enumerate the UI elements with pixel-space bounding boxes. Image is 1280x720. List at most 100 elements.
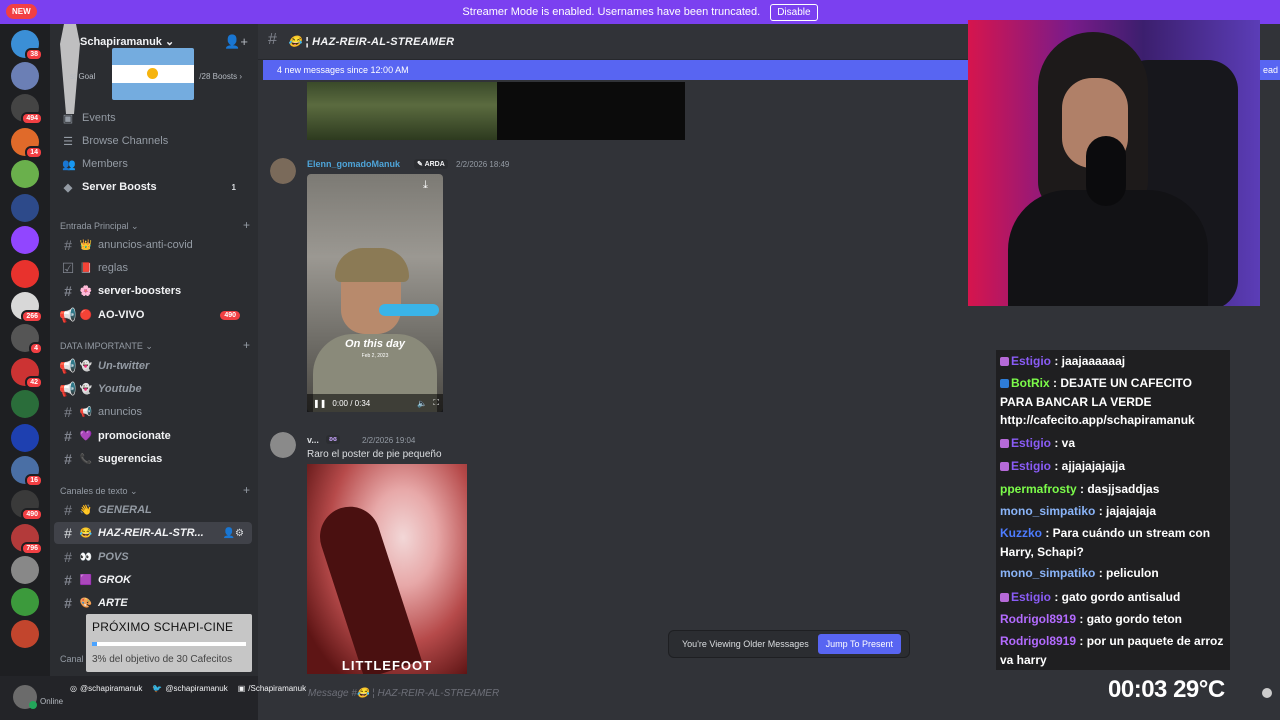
server-rail: 38 494 14 266 4 42 16 490 796 (0, 24, 50, 720)
video-caption: On this day (345, 338, 405, 350)
hash-icon: # (64, 451, 72, 467)
message-input[interactable]: Message #😂 ¦ HAZ-REIR-AL-STREAMER (264, 682, 964, 706)
user-panel (0, 676, 258, 720)
channel-un-twitter[interactable]: 📢 👻 Un-twitter (54, 355, 252, 377)
server-icon[interactable] (11, 424, 39, 452)
server-icon[interactable]: 4 (11, 324, 43, 355)
invite-people-icon[interactable]: 👤+ (224, 34, 248, 50)
add-channel-icon[interactable]: + (243, 483, 250, 497)
channel-povs[interactable]: # 👀 POVS (54, 546, 252, 568)
weather-icon (1262, 688, 1272, 698)
server-icon[interactable]: 42 (11, 358, 43, 389)
server-icon[interactable]: 14 (11, 128, 43, 159)
stream-clock: 00:03 29°C (1108, 676, 1225, 703)
channel-sugerencias[interactable]: # 📞 sugerencias (54, 448, 252, 470)
channel-grok[interactable]: # 🟪 GROK (54, 569, 252, 591)
channel-server-boosters[interactable]: # 🌸 server-boosters (54, 280, 252, 302)
chat-badge-icon (1000, 462, 1009, 471)
announcement-icon: 📢 (59, 357, 77, 374)
announcement-icon: 📢 (59, 306, 77, 323)
volume-icon[interactable]: 🔈 (417, 399, 427, 408)
server-icon[interactable] (11, 62, 39, 90)
hash-icon: # (64, 428, 72, 444)
chat-username[interactable]: Kuzzko (1000, 526, 1042, 540)
chat-username[interactable]: mono_simpatiko (1000, 504, 1095, 518)
channel-haz-reir-al-streamer[interactable]: # 😂 HAZ-REIR-AL-STR... 👤⚙ (54, 522, 252, 544)
chat-badge-icon (1000, 593, 1009, 602)
image-attachment[interactable] (307, 82, 497, 140)
server-icon[interactable] (11, 556, 39, 584)
server-icon[interactable] (11, 160, 39, 188)
image-attachment[interactable] (497, 82, 685, 140)
channel-settings-icon[interactable]: 👤⚙ (223, 528, 244, 539)
chat-username[interactable]: mono_simpatiko (1000, 566, 1095, 580)
argentina-flag-overlay (112, 48, 194, 100)
server-icon[interactable]: 494 (11, 94, 43, 125)
avatar[interactable] (270, 158, 296, 184)
fullscreen-icon[interactable]: ⛶ (433, 398, 439, 408)
server-icon[interactable] (11, 620, 39, 648)
message-author[interactable]: v... (307, 435, 319, 445)
chat-username[interactable]: BotRix (1011, 376, 1050, 390)
chat-username[interactable]: Estigio (1011, 459, 1051, 473)
channel-anuncios-anti-covid[interactable]: # 👑 anuncios-anti-covid (54, 234, 252, 256)
channel-youtube[interactable]: 📢 👻 Youtube (54, 378, 252, 400)
chat-username[interactable]: Estigio (1011, 590, 1051, 604)
twitch-chat-message: Estigio : jaajaaaaaaj (1000, 352, 1226, 371)
message-text: Raro el poster de pie pequeño (307, 449, 442, 460)
poster-image-attachment[interactable]: LITTLEFOOT (307, 464, 467, 674)
chat-username[interactable]: Estigio (1011, 354, 1051, 368)
goal-subtitle: 3% del objetivo de 30 Cafecitos (92, 654, 233, 665)
twitch-chat-message: ppermafrosty : dasjjsaddjas (1000, 480, 1226, 499)
chat-badge-icon (1000, 379, 1009, 388)
channel-reglas[interactable]: ☑ 📕 reglas (54, 257, 252, 279)
category-data-importante[interactable]: DATA IMPORTANTE ⌄ + (60, 338, 250, 352)
nav-members[interactable]: 👥 Members (62, 154, 248, 174)
channel-ao-vivo[interactable]: 📢 🔴 AO-VIVO 490 (54, 304, 252, 326)
server-icon[interactable]: 16 (11, 456, 43, 487)
add-channel-icon[interactable]: + (243, 338, 250, 352)
hash-icon: # (64, 572, 72, 588)
server-icon[interactable]: 266 (11, 292, 43, 323)
chat-username[interactable]: Estigio (1011, 436, 1051, 450)
hash-icon: # (64, 404, 72, 420)
nav-events[interactable]: ▣ Events (62, 108, 248, 128)
video-attachment[interactable]: On this day Feb 2, 2023 (307, 174, 443, 412)
disable-streamer-mode-button[interactable]: Disable (770, 3, 818, 21)
avatar[interactable] (270, 432, 296, 458)
server-icon[interactable]: 796 (11, 524, 43, 555)
chat-username[interactable]: Rodrigol8919 (1000, 612, 1076, 626)
download-icon[interactable]: ⤓ (423, 179, 428, 192)
channel-general[interactable]: # 👋 GENERAL (54, 499, 252, 521)
twitch-chat-message: BotRix : DEJATE UN CAFECITO PARA BANCAR … (1000, 374, 1226, 430)
channel-promocionate[interactable]: # 💜 promocionate (54, 425, 252, 447)
nav-server-boosts[interactable]: ◆ Server Boosts 1 (62, 177, 248, 197)
category-canales-de-texto[interactable]: Canales de texto ⌄ + (60, 483, 250, 497)
jump-to-present-button[interactable]: Jump To Present (817, 634, 901, 654)
pause-icon[interactable]: ❚❚ (313, 399, 326, 408)
server-icon[interactable]: 38 (11, 30, 43, 61)
hash-icon: # (268, 31, 277, 48)
channel-anuncios[interactable]: # 📢 anuncios (54, 401, 252, 423)
rules-icon: ☑ (61, 259, 75, 276)
hash-icon: # (64, 595, 72, 611)
nav-browse-channels[interactable]: ☰ Browse Channels (62, 131, 248, 151)
category-entrada[interactable]: Entrada Principal ⌄ + (60, 218, 250, 232)
add-channel-icon[interactable]: + (243, 218, 250, 232)
chat-username[interactable]: Rodrigol8919 (1000, 634, 1076, 648)
twitch-server-icon[interactable] (11, 226, 39, 254)
mark-as-read-button[interactable]: ead (1263, 65, 1278, 75)
poster-title: LITTLEFOOT (341, 658, 433, 673)
boost-icon: ◆ (63, 181, 73, 194)
server-icon[interactable] (11, 194, 39, 222)
channel-arte[interactable]: # 🎨 ARTE (54, 592, 252, 614)
goal-progress-fill (92, 642, 97, 646)
server-icon[interactable] (11, 588, 39, 616)
message-author[interactable]: Elenn_gomadoManuk (307, 159, 400, 169)
chat-username[interactable]: ppermafrosty (1000, 482, 1077, 496)
mention-badge: 490 (220, 310, 240, 320)
server-icon[interactable] (11, 390, 39, 418)
server-icon[interactable] (11, 260, 39, 288)
server-icon[interactable]: 490 (11, 490, 43, 521)
avatar[interactable] (12, 684, 38, 710)
